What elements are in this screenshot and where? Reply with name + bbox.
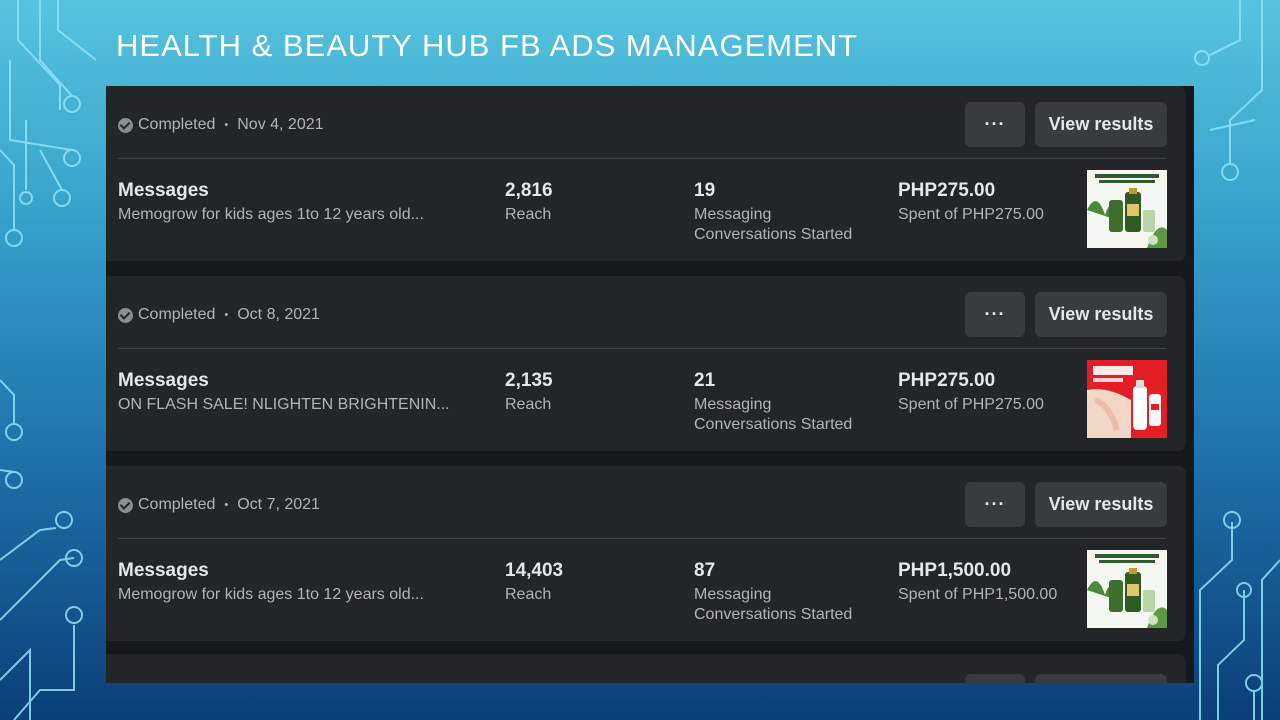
ad-card: Completed • Oct 7, 2021 ··· View results… [106, 466, 1186, 641]
more-options-button[interactable]: ··· [965, 482, 1025, 527]
objective-column: Messages Memogrow for kids ages 1to 12 y… [118, 560, 424, 605]
status-label: Completed [138, 116, 216, 133]
reach-column: 14,403 Reach [505, 560, 563, 605]
reach-label: Reach [505, 396, 552, 413]
ad-card: Completed • Nov 4, 2021 ··· View results… [106, 86, 1186, 261]
conversations-label-line1: Messaging [694, 586, 772, 603]
status-row: Completed • Oct 8, 2021 [118, 306, 320, 324]
budget-label: Spent of PHP275.00 [898, 206, 1044, 223]
status-row: Completed • Nov 4, 2021 [118, 116, 324, 134]
spend-column: PHP1,500.00 Spent of PHP1,500.00 [898, 560, 1057, 605]
view-results-button[interactable] [1035, 674, 1167, 683]
ad-thumbnail[interactable] [1087, 360, 1167, 438]
ad-name: Memogrow for kids ages 1to 12 years old.… [118, 586, 424, 603]
ad-thumbnail[interactable] [1087, 170, 1167, 248]
conversations-label-line2: Conversations Started [694, 416, 853, 433]
reach-column: 2,135 Reach [505, 370, 553, 415]
card-header: Completed • Nov 4, 2021 ··· View results [118, 86, 1167, 159]
separator-dot: • [224, 499, 229, 511]
more-options-button[interactable]: ··· [965, 102, 1025, 147]
card-header: Completed • Oct 8, 2021 ··· View results [118, 276, 1167, 349]
amount-spent: PHP275.00 [898, 180, 996, 201]
status-label: Completed [138, 496, 216, 513]
ad-card: Completed • Oct 8, 2021 ··· View results… [106, 276, 1186, 451]
card-header: Completed • Oct 7, 2021 ··· View results [118, 466, 1167, 539]
status-label: Completed [138, 306, 216, 323]
conversations-column: 21 Messaging Conversations Started [694, 370, 852, 435]
ad-date: Oct 8, 2021 [237, 306, 320, 323]
check-circle-icon [118, 117, 133, 133]
objective-column: Messages Memogrow for kids ages 1to 12 y… [118, 180, 424, 225]
conversations-column: 19 Messaging Conversations Started [694, 180, 852, 245]
conversations-label-line2: Conversations Started [694, 226, 853, 243]
reach-value: 2,816 [505, 180, 553, 201]
more-options-button[interactable]: ··· [965, 292, 1025, 337]
separator-dot: • [224, 309, 229, 321]
view-results-button[interactable]: View results [1035, 102, 1167, 147]
check-circle-icon [118, 497, 133, 513]
ad-name: Memogrow for kids ages 1to 12 years old.… [118, 206, 424, 223]
flash-sale-product-image [1087, 360, 1167, 438]
ad-card-partial [106, 654, 1186, 683]
ad-name: ON FLASH SALE! NLIGHTEN BRIGHTENIN... [118, 396, 450, 413]
objective-label: Messages [118, 370, 209, 391]
amount-spent: PHP275.00 [898, 370, 996, 391]
reach-label: Reach [505, 586, 552, 603]
slide-title: Health & Beauty Hub FB Ads Management [116, 28, 859, 63]
objective-label: Messages [118, 560, 209, 581]
view-results-button[interactable]: View results [1035, 482, 1167, 527]
ad-date: Oct 7, 2021 [237, 496, 320, 513]
status-row: Completed • Oct 7, 2021 [118, 496, 320, 514]
spend-column: PHP275.00 Spent of PHP275.00 [898, 370, 1044, 415]
conversations-value: 87 [694, 560, 716, 581]
conversations-column: 87 Messaging Conversations Started [694, 560, 852, 625]
budget-label: Spent of PHP1,500.00 [898, 586, 1058, 603]
ads-manager-screenshot: Completed • Nov 4, 2021 ··· View results… [106, 86, 1194, 683]
amount-spent: PHP1,500.00 [898, 560, 1012, 581]
reach-value: 2,135 [505, 370, 553, 391]
memogrow-product-image [1087, 550, 1167, 628]
reach-label: Reach [505, 206, 552, 223]
conversations-label-line1: Messaging [694, 206, 772, 223]
conversations-value: 19 [694, 180, 716, 201]
reach-value: 14,403 [505, 560, 564, 581]
view-results-button[interactable]: View results [1035, 292, 1167, 337]
reach-column: 2,816 Reach [505, 180, 553, 225]
memogrow-product-image [1087, 170, 1167, 248]
separator-dot: • [224, 119, 229, 131]
conversations-label-line2: Conversations Started [694, 606, 853, 623]
budget-label: Spent of PHP275.00 [898, 396, 1044, 413]
more-options-button[interactable] [965, 674, 1025, 683]
conversations-value: 21 [694, 370, 716, 391]
objective-column: Messages ON FLASH SALE! NLIGHTEN BRIGHTE… [118, 370, 450, 415]
ad-date: Nov 4, 2021 [237, 116, 324, 133]
objective-label: Messages [118, 180, 209, 201]
spend-column: PHP275.00 Spent of PHP275.00 [898, 180, 1044, 225]
conversations-label-line1: Messaging [694, 396, 772, 413]
check-circle-icon [118, 307, 133, 323]
ad-thumbnail[interactable] [1087, 550, 1167, 628]
